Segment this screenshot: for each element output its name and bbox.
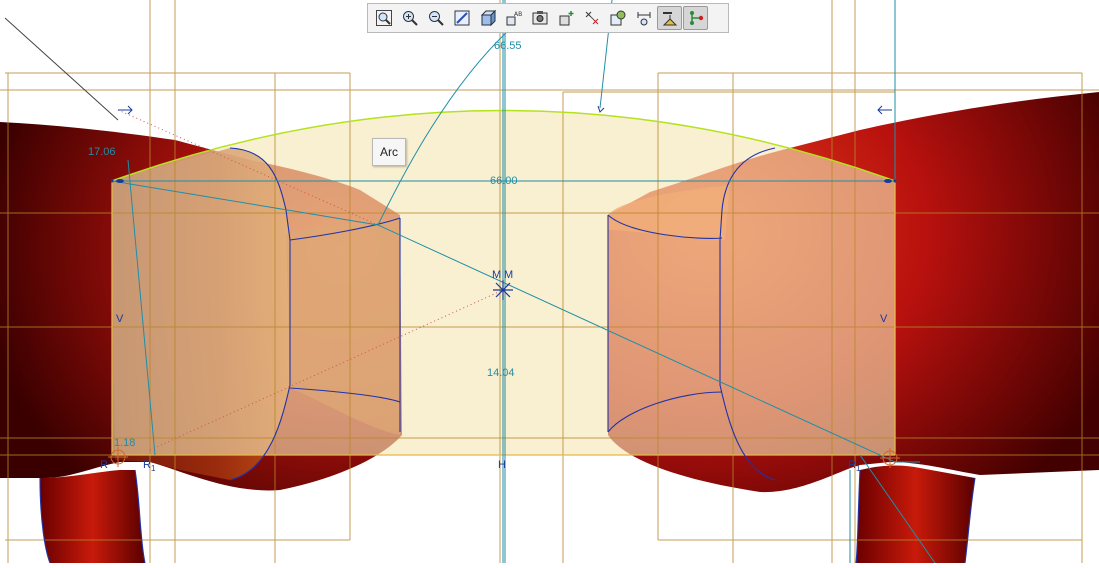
- orient-button[interactable]: [475, 6, 500, 30]
- zoom-out-button[interactable]: [423, 6, 448, 30]
- zoom-fit-button[interactable]: [371, 6, 396, 30]
- center-point-icon: [493, 280, 513, 300]
- csys-display-icon: [610, 10, 625, 26]
- datum-display-icon: [559, 11, 573, 26]
- annotation-display-icon: [637, 12, 650, 26]
- view-toolbar: AB: [367, 3, 729, 33]
- constraint-display-icon: [662, 12, 677, 26]
- constraint-midpoint-a[interactable]: M: [492, 269, 501, 281]
- datum-display-button[interactable]: [553, 6, 578, 30]
- vertex-display-button[interactable]: [683, 6, 708, 30]
- radius-letter: R: [143, 459, 151, 471]
- repaint-icon: [454, 10, 469, 26]
- dimension-width[interactable]: 66.00: [490, 175, 518, 187]
- constraint-vertical-left[interactable]: V: [116, 313, 123, 325]
- point-display-button[interactable]: [579, 6, 604, 30]
- constraint-radius-far-left[interactable]: R: [100, 459, 108, 471]
- constraint-midpoint-b[interactable]: M: [504, 269, 513, 281]
- radius-subscript: 1: [150, 464, 156, 474]
- display-style-button[interactable]: [527, 6, 552, 30]
- constraint-display-button[interactable]: [657, 6, 682, 30]
- radius-letter: R: [848, 459, 856, 471]
- radius-subscript: 1: [855, 464, 861, 474]
- left-model-leg[interactable]: [40, 470, 145, 563]
- point-display-icon: [585, 11, 598, 25]
- constraint-radius-left[interactable]: R1: [143, 459, 155, 475]
- zoom-in-button[interactable]: [397, 6, 422, 30]
- graphics-viewport[interactable]: 66.55 66.00 17.06 14.04 1.18 V V H M M R…: [0, 0, 1099, 564]
- right-model-leg[interactable]: [856, 465, 975, 563]
- csys-display-button[interactable]: [605, 6, 630, 30]
- zoom-fit-icon: [375, 10, 392, 26]
- constraint-radius-right[interactable]: R1: [848, 459, 860, 475]
- saved-views-button[interactable]: AB: [501, 6, 526, 30]
- model-canvas[interactable]: [0, 0, 1099, 564]
- arc-tooltip: Arc: [372, 138, 406, 166]
- repaint-button[interactable]: [449, 6, 474, 30]
- dimension-top[interactable]: 66.55: [494, 40, 522, 52]
- display-style-icon: [532, 11, 547, 25]
- dimension-height[interactable]: 14.04: [487, 367, 515, 379]
- dimension-bottom-left[interactable]: 1.18: [114, 437, 135, 449]
- annotation-display-button[interactable]: [631, 6, 656, 30]
- svg-text:AB: AB: [514, 11, 522, 18]
- zoom-out-icon: [428, 11, 444, 26]
- orient-icon: [480, 9, 496, 27]
- vertex-display-icon: [689, 11, 703, 25]
- dimension-left-offset[interactable]: 17.06: [88, 146, 116, 158]
- zoom-in-icon: [402, 11, 418, 26]
- constraint-vertical-right[interactable]: V: [880, 313, 887, 325]
- saved-views-icon: AB: [506, 11, 522, 26]
- constraint-horizontal[interactable]: H: [498, 459, 506, 471]
